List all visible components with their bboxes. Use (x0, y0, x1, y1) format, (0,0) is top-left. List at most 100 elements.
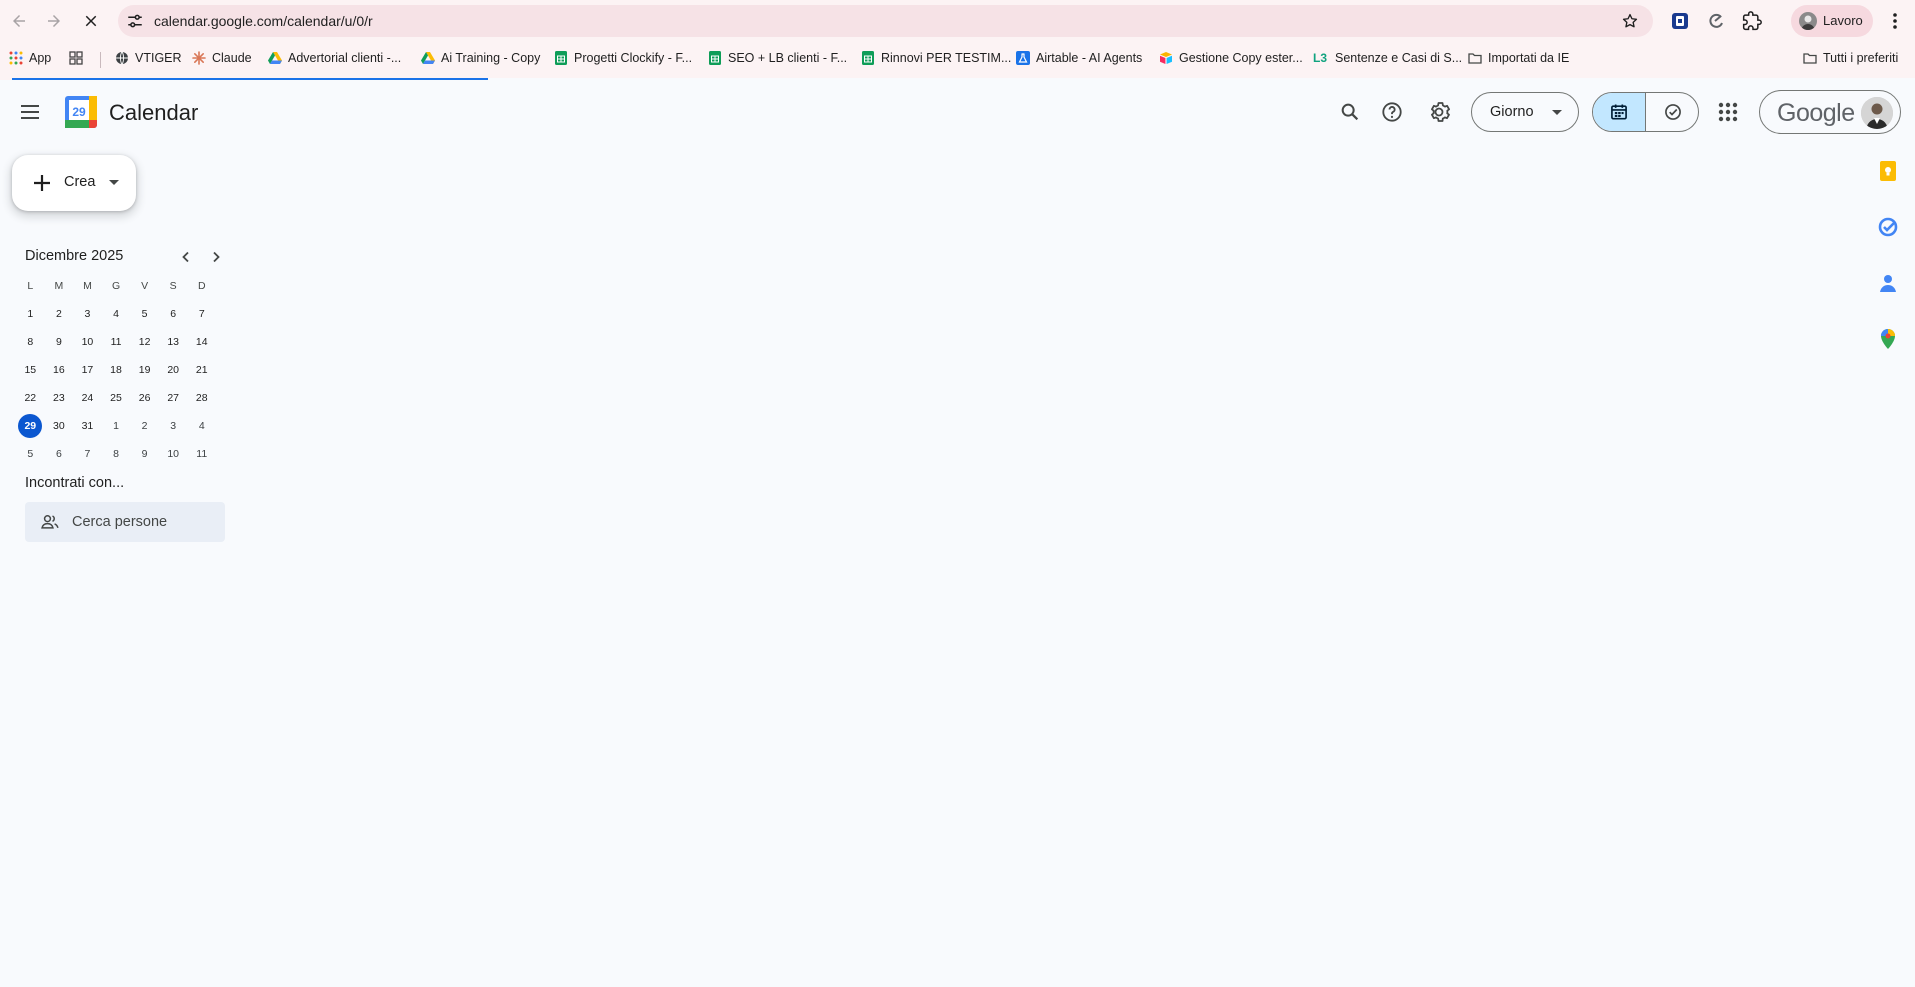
people-search-input[interactable]: Cerca persone (25, 502, 225, 542)
create-button[interactable]: Crea (12, 155, 136, 211)
url-text[interactable]: calendar.google.com/calendar/u/0/r (154, 13, 373, 29)
tab-groups-icon[interactable] (69, 51, 83, 65)
mini-calendar-day[interactable]: 30 (45, 412, 74, 440)
address-bar[interactable]: calendar.google.com/calendar/u/0/r (118, 5, 1653, 37)
arrow-right-icon (48, 15, 60, 27)
mini-calendar-day[interactable]: 4 (187, 412, 216, 440)
keep-icon[interactable] (1877, 160, 1899, 182)
mini-calendar-day[interactable]: 1 (102, 412, 131, 440)
bookmark-vtiger[interactable]: VTIGER (115, 48, 182, 68)
mini-calendar-day[interactable]: 3 (73, 300, 102, 328)
view-select[interactable]: Giorno (1471, 92, 1579, 132)
mini-calendar-day[interactable]: 5 (130, 300, 159, 328)
mini-calendar-day[interactable]: 1 (16, 300, 45, 328)
bookmark-gestione-copy[interactable]: Gestione Copy ester... (1159, 48, 1303, 68)
mini-calendar-day-number: 18 (110, 364, 122, 376)
mini-calendar-day-number: 10 (167, 448, 180, 460)
mini-calendar-day[interactable]: 18 (102, 356, 131, 384)
mini-calendar-day[interactable]: 2 (130, 412, 159, 440)
mini-calendar-day[interactable]: 20 (159, 356, 188, 384)
account-button[interactable]: Google (1759, 90, 1901, 134)
search-button[interactable] (1338, 100, 1362, 124)
bookmark-rinnovi[interactable]: Rinnovi PER TESTIM... (861, 48, 1011, 68)
forward-button[interactable] (41, 8, 67, 34)
bookmark-importati-ie[interactable]: Importati da IE (1468, 48, 1569, 68)
help-button[interactable] (1380, 100, 1404, 124)
mini-calendar-day-number: 11 (196, 448, 208, 460)
profile-label: Lavoro (1823, 13, 1863, 28)
extension-shield-icon[interactable] (1669, 10, 1691, 32)
mini-calendar-day[interactable]: 7 (187, 300, 216, 328)
mini-calendar-day[interactable]: 13 (159, 328, 188, 356)
mini-calendar-day-number: 5 (141, 308, 148, 320)
mini-calendar-day[interactable]: 4 (102, 300, 131, 328)
mini-calendar-day[interactable]: 25 (102, 384, 131, 412)
mini-calendar-day[interactable]: 3 (159, 412, 188, 440)
mini-calendar-day[interactable]: 8 (102, 440, 131, 468)
mini-calendar-day[interactable]: 7 (73, 440, 102, 468)
mini-calendar-day-number: 30 (53, 420, 65, 432)
mini-calendar-day-number: 14 (195, 336, 208, 348)
mini-calendar-day[interactable]: 22 (16, 384, 45, 412)
main-menu-icon[interactable] (18, 100, 42, 124)
google-apps-icon[interactable] (1716, 100, 1740, 124)
mini-calendar-day[interactable]: 6 (45, 440, 74, 468)
maps-icon[interactable] (1877, 328, 1899, 350)
extensions-puzzle-icon[interactable] (1741, 10, 1763, 32)
bookmark-advertorial[interactable]: Advertorial clienti -... (268, 48, 401, 68)
bookmark-tutti-preferiti[interactable]: Tutti i preferiti (1803, 48, 1898, 68)
mini-calendar-day[interactable]: 8 (16, 328, 45, 356)
tasks-view-toggle[interactable] (1646, 93, 1698, 131)
bookmark-claude[interactable]: Claude (192, 48, 252, 68)
calendar-view-toggle[interactable] (1593, 93, 1646, 131)
mini-calendar-day[interactable]: 24 (73, 384, 102, 412)
mini-calendar-day[interactable]: 21 (187, 356, 216, 384)
google-wordmark: Google (1777, 99, 1855, 127)
bookmark-apps[interactable]: App (9, 48, 51, 68)
mini-calendar-day[interactable]: 23 (45, 384, 74, 412)
site-settings-icon[interactable] (126, 12, 144, 30)
more-vert-icon[interactable] (1888, 10, 1902, 32)
mini-calendar-day[interactable]: 9 (45, 328, 74, 356)
mini-calendar-day[interactable]: 19 (130, 356, 159, 384)
bookmark-progetti-clockify[interactable]: Progetti Clockify - F... (554, 48, 692, 68)
mini-calendar-day[interactable]: 12 (130, 328, 159, 356)
mini-calendar-day[interactable]: 10 (73, 328, 102, 356)
extension-sync-icon[interactable] (1705, 10, 1727, 32)
mini-calendar-day[interactable]: 16 (45, 356, 74, 384)
settings-button[interactable] (1427, 100, 1451, 124)
mini-calendar-day[interactable]: 27 (159, 384, 188, 412)
mini-calendar-day[interactable]: 9 (130, 440, 159, 468)
mini-calendar-day[interactable]: 14 (187, 328, 216, 356)
bookmark-airtable-agents[interactable]: Airtable - AI Agents (1016, 48, 1142, 68)
mini-calendar-day[interactable]: 28 (187, 384, 216, 412)
star-icon[interactable] (1621, 12, 1639, 30)
mini-calendar-day[interactable]: 15 (16, 356, 45, 384)
previous-month-button[interactable] (175, 246, 197, 268)
folder-icon (1803, 53, 1817, 64)
tasks-icon[interactable] (1877, 216, 1899, 238)
mini-calendar-day[interactable]: 5 (16, 440, 45, 468)
next-month-button[interactable] (205, 246, 227, 268)
mini-calendar-day-today[interactable]: 29 (16, 412, 45, 440)
mini-calendar-day[interactable]: 2 (45, 300, 74, 328)
mini-calendar-day[interactable]: 10 (159, 440, 188, 468)
mini-calendar-day[interactable]: 11 (187, 440, 216, 468)
mini-calendar-day[interactable]: 31 (73, 412, 102, 440)
bookmark-sentenze[interactable]: L3 Sentenze e Casi di S... (1313, 48, 1462, 68)
bookmark-seo-lb[interactable]: SEO + LB clienti - F... (708, 48, 847, 68)
mini-calendar-day-number: 22 (24, 392, 37, 404)
app-title[interactable]: Calendar (109, 100, 198, 126)
mini-calendar-day[interactable]: 17 (73, 356, 102, 384)
weekday-label: D (197, 280, 206, 292)
calendar-logo-icon[interactable]: 29 (65, 96, 97, 128)
create-label: Crea (64, 174, 96, 190)
bookmark-ai-training[interactable]: Ai Training - Copy (421, 48, 540, 68)
mini-calendar-day[interactable]: 26 (130, 384, 159, 412)
mini-calendar-day[interactable]: 11 (102, 328, 131, 356)
contacts-icon[interactable] (1877, 272, 1899, 294)
profile-button[interactable]: Lavoro (1791, 5, 1873, 37)
mini-calendar-day[interactable]: 6 (159, 300, 188, 328)
stop-loading-button[interactable] (78, 8, 104, 34)
back-button[interactable] (6, 8, 32, 34)
